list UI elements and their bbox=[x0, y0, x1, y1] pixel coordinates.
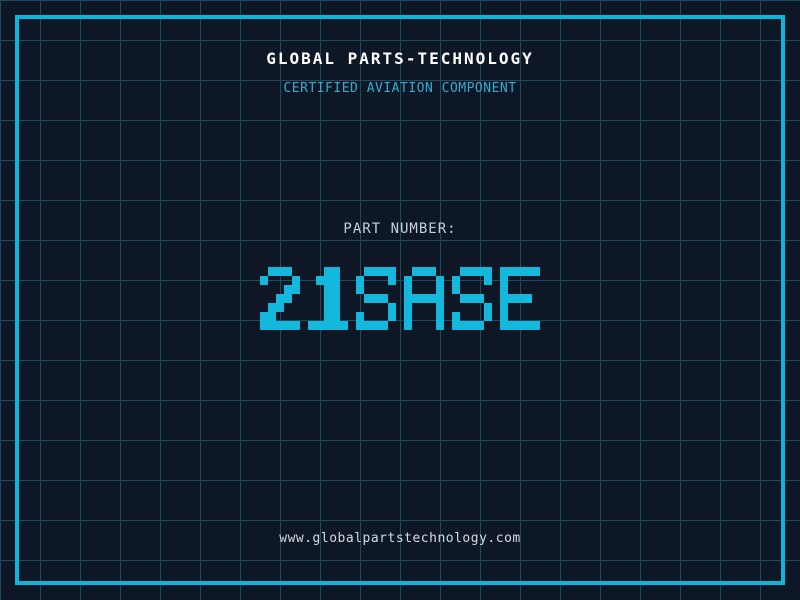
company-title: GLOBAL PARTS-TECHNOLOGY bbox=[266, 49, 534, 68]
certification-subtitle: CERTIFIED AVIATION COMPONENT bbox=[283, 81, 517, 96]
certificate-screen: GLOBAL PARTS-TECHNOLOGY CERTIFIED AVIATI… bbox=[0, 0, 800, 600]
part-number-glyph bbox=[452, 267, 492, 330]
website-url: www.globalpartstechnology.com bbox=[279, 531, 521, 546]
part-number-label: PART NUMBER: bbox=[343, 221, 457, 237]
part-number-glyph bbox=[260, 267, 300, 330]
part-number-glyph bbox=[404, 267, 444, 330]
part-number-display bbox=[0, 267, 800, 330]
part-number-glyph bbox=[308, 267, 348, 330]
part-number-glyph bbox=[500, 267, 540, 330]
part-number-glyph bbox=[356, 267, 396, 330]
